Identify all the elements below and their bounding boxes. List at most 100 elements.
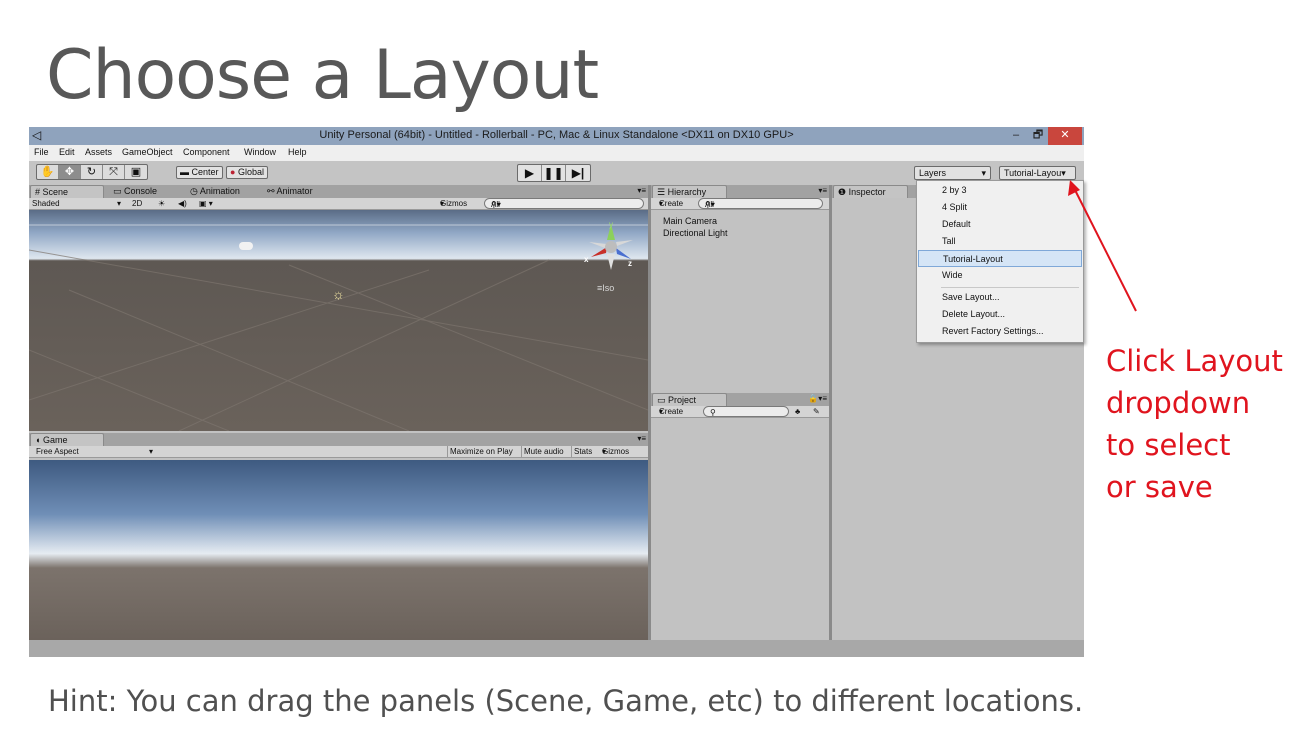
tab-console[interactable]: ▭ Console [109, 185, 161, 198]
game-toolbar: Free Aspect ▾ Maximize on Play Mute audio… [29, 446, 648, 458]
pivot-toggle[interactable]: ▬ Center [176, 166, 223, 179]
callout-line: Click Layout [1106, 344, 1283, 378]
create-label: Create [659, 199, 684, 208]
sun-light-icon[interactable]: ☼ [332, 286, 345, 302]
layers-dropdown[interactable]: Layers ▾ [914, 166, 991, 180]
minimize-button[interactable]: – [1004, 127, 1028, 145]
layout-option[interactable]: Wide [918, 267, 1082, 284]
tab-animation-label: Animation [199, 186, 240, 196]
delete-layout-item[interactable]: Delete Layout... [918, 306, 1082, 323]
space-toggle[interactable]: ● Global [226, 166, 268, 179]
playback-controls: ▶ ❚❚ ▶| [517, 164, 591, 182]
create-label: Create [659, 407, 684, 416]
tab-inspector[interactable]: ❶ Inspector [833, 185, 908, 198]
panel-menu-icon[interactable]: ▾≡ [637, 186, 646, 195]
shading-label: Shaded [32, 199, 60, 208]
callout-line: to select [1106, 428, 1231, 462]
gizmo-axis-x: x [584, 255, 589, 264]
aspect-label: Free Aspect [36, 447, 79, 456]
callout-line: dropdown [1106, 386, 1251, 420]
callout-text: Click Layout dropdown to select or save [1106, 340, 1283, 508]
hand-tool-icon[interactable]: ✋ [37, 165, 59, 179]
chevron-down-icon: ▾ [602, 447, 607, 456]
transform-tools: ✋ ✥ ↻ ⤧ ▣ [36, 164, 148, 180]
menu-component[interactable]: Component [183, 147, 230, 157]
tab-hierarchy[interactable]: ☰ Hierarchy [652, 185, 727, 198]
filter-label-icon[interactable]: ✎ [813, 406, 820, 417]
tab-hierarchy-label: Hierarchy [667, 187, 707, 197]
light-toggle-icon[interactable]: ☀ [158, 198, 165, 209]
tab-animator[interactable]: ⚯ Animator [263, 185, 317, 198]
project-search-input[interactable]: ⚲ [703, 406, 789, 417]
rect-tool-icon[interactable]: ▣ [125, 165, 147, 179]
layout-option-selected[interactable]: Tutorial-Layout [918, 250, 1082, 267]
hierarchy-search-input[interactable]: ⚲▾ All [698, 198, 823, 209]
save-layout-item[interactable]: Save Layout... [918, 289, 1082, 306]
gizmo-axis-y: y [609, 220, 613, 229]
hierarchy-panel: ☰ Hierarchy ▾≡ Create ▾ ⚲▾ All Main Camer… [651, 185, 829, 390]
menu-gameobject[interactable]: GameObject [122, 147, 173, 157]
tab-game[interactable]: ◖ Game [30, 433, 104, 446]
play-icon[interactable]: ▶ [518, 165, 542, 181]
animator-icon: ⚯ [267, 186, 277, 196]
maximize-on-play-toggle[interactable]: Maximize on Play [447, 446, 513, 457]
effects-toggle-icon[interactable]: ▣ ▾ [199, 198, 213, 209]
project-tabbar: ▭ Project 🔒▾≡ [651, 393, 829, 406]
iso-toggle[interactable]: ≡Iso [597, 283, 614, 293]
close-button[interactable]: ✕ [1048, 127, 1082, 145]
hierarchy-create-button[interactable]: Create ▾ [659, 198, 683, 209]
tab-scene[interactable]: # Scene [30, 185, 104, 198]
pause-icon[interactable]: ❚❚ [542, 165, 566, 181]
pacman-icon: ◖ [35, 435, 43, 445]
console-icon: ▭ [113, 186, 125, 196]
step-icon[interactable]: ▶| [566, 165, 590, 181]
revert-factory-item[interactable]: Revert Factory Settings... [918, 323, 1082, 340]
menu-edit[interactable]: Edit [59, 147, 75, 157]
mute-audio-toggle[interactable]: Mute audio [521, 446, 564, 457]
tab-project[interactable]: ▭ Project [652, 393, 727, 406]
layout-option[interactable]: Default [918, 216, 1082, 233]
gizmo-axis-z: z [628, 259, 632, 268]
project-create-button[interactable]: Create ▾ [659, 406, 683, 417]
layers-label: Layers [919, 168, 947, 178]
gizmos-dropdown[interactable]: Gizmos ▾ [440, 198, 467, 209]
panel-menu-icon[interactable]: ▾≡ [818, 186, 827, 195]
menu-window[interactable]: Window [244, 147, 276, 157]
stats-toggle[interactable]: Stats [571, 446, 592, 457]
scene-grid [29, 224, 648, 431]
chevron-down-icon: ▾ [148, 447, 153, 456]
menu-help[interactable]: Help [288, 147, 307, 157]
search-icon: ⚲ [710, 408, 716, 417]
lock-icon[interactable]: 🔒▾≡ [808, 394, 827, 403]
audio-toggle-icon[interactable]: ◀) [178, 198, 187, 209]
list-icon: ☰ [657, 187, 668, 197]
space-label: Global [237, 167, 264, 177]
panel-menu-icon[interactable]: ▾≡ [637, 434, 646, 443]
status-bar [29, 640, 1084, 657]
hierarchy-toolbar: Create ▾ ⚲▾ All [651, 198, 829, 210]
iso-label: Iso [602, 283, 615, 293]
move-tool-icon[interactable]: ✥ [59, 165, 81, 179]
menu-assets[interactable]: Assets [85, 147, 112, 157]
scene-view[interactable]: ☼ y x z ≡Iso [29, 210, 648, 431]
cloud-camera-icon[interactable] [239, 242, 253, 250]
tab-animation[interactable]: ◷ Animation [186, 185, 244, 198]
filter-type-icon[interactable]: ♣ [795, 406, 800, 417]
window-titlebar: ◁ Unity Personal (64bit) - Untitled - Ro… [29, 127, 1084, 145]
hierarchy-item[interactable]: Directional Light [663, 228, 728, 238]
scale-tool-icon[interactable]: ⤧ [103, 165, 125, 179]
maximize-button[interactable]: 🗗 [1028, 127, 1048, 145]
scene-search-input[interactable]: ⚲▾ All [484, 198, 644, 209]
layout-option[interactable]: Tall [918, 233, 1082, 250]
2d-toggle[interactable]: 2D [132, 198, 142, 209]
rotate-tool-icon[interactable]: ↻ [81, 165, 103, 179]
game-view[interactable] [29, 460, 648, 640]
layout-option[interactable]: 4 Split [918, 199, 1082, 216]
menu-bar: File Edit Assets GameObject Component Wi… [29, 145, 1084, 161]
menu-file[interactable]: File [34, 147, 49, 157]
tab-animator-label: Animator [276, 186, 313, 196]
hierarchy-item[interactable]: Main Camera [663, 216, 717, 226]
layout-dropdown[interactable]: Tutorial-Layou▾ [999, 166, 1076, 180]
layout-option[interactable]: 2 by 3 [918, 182, 1082, 199]
search-placeholder: All [705, 200, 714, 209]
